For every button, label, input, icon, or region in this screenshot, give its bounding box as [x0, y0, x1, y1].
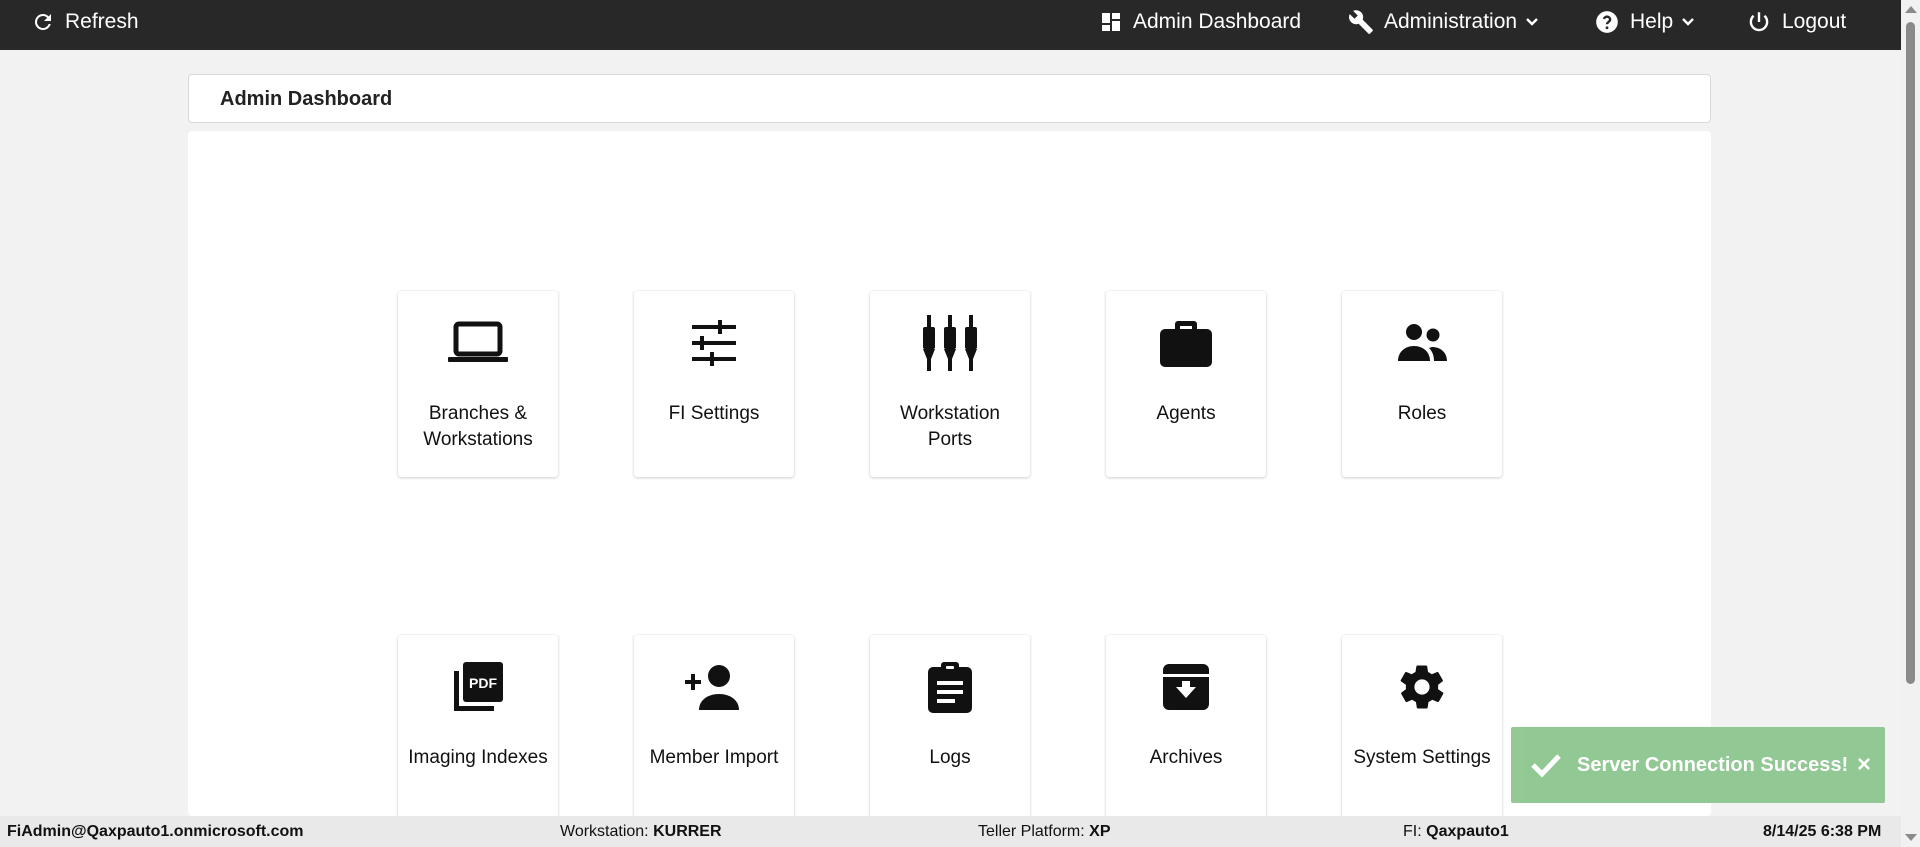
chevron-down-icon: [1525, 15, 1539, 29]
tile-imaging-indexes[interactable]: PDF Imaging Indexes: [398, 635, 558, 821]
toast-close-button[interactable]: ×: [1857, 751, 1871, 779]
tile-label: Roles: [1397, 403, 1447, 424]
tile-agents[interactable]: Agents: [1106, 291, 1266, 477]
pdf-icon: PDF: [398, 659, 558, 715]
sliders-icon: [634, 315, 794, 371]
checkmark-icon: [1531, 753, 1561, 777]
tile-label: FI Settings: [668, 403, 760, 424]
admin-dashboard-link[interactable]: Admin Dashboard: [1099, 0, 1301, 44]
refresh-button[interactable]: Refresh: [31, 0, 139, 44]
scroll-down-arrow[interactable]: [1905, 834, 1917, 841]
tile-workstation-ports[interactable]: Workstation Ports: [870, 291, 1030, 477]
add-person-icon: [634, 659, 794, 715]
status-teller-platform: Teller Platform: XP: [978, 823, 1111, 840]
tile-label: Member Import: [649, 747, 779, 768]
tile-label: System Settings: [1353, 747, 1491, 768]
top-navbar: Refresh Admin Dashboard Administration H…: [0, 0, 1901, 50]
tile-logs[interactable]: Logs: [870, 635, 1030, 821]
briefcase-icon: [1106, 315, 1266, 371]
svg-text:PDF: PDF: [469, 675, 497, 691]
laptop-icon: [398, 315, 558, 371]
help-icon: [1594, 9, 1620, 35]
dashboard-icon: [1099, 10, 1123, 34]
status-workstation: Workstation: KURRER: [560, 823, 722, 840]
tile-label: Archives: [1149, 747, 1223, 768]
tile-fi-settings[interactable]: FI Settings: [634, 291, 794, 477]
logout-label: Logout: [1782, 10, 1847, 33]
page-header-card: Admin Dashboard: [188, 74, 1711, 123]
refresh-label: Refresh: [65, 10, 139, 33]
scrollbar-thumb[interactable]: [1906, 22, 1915, 684]
status-bar: FiAdmin@Qaxpauto1.onmicrosoft.com Workst…: [0, 816, 1901, 847]
tile-branches-workstations[interactable]: Branches & Workstations: [398, 291, 558, 477]
administration-label: Administration: [1384, 10, 1518, 33]
help-menu[interactable]: Help: [1594, 0, 1695, 44]
toast-message: Server Connection Success!: [1577, 753, 1849, 776]
admin-dashboard-label: Admin Dashboard: [1133, 10, 1302, 33]
people-icon: [1342, 315, 1502, 371]
chevron-down-icon: [1681, 15, 1695, 29]
tile-label: Logs: [929, 747, 971, 768]
tile-label: Workstation Ports: [900, 403, 1000, 450]
tile-roles[interactable]: Roles: [1342, 291, 1502, 477]
administration-menu[interactable]: Administration: [1348, 0, 1539, 44]
success-toast: Server Connection Success! ×: [1511, 727, 1885, 803]
tile-label: Agents: [1156, 403, 1216, 424]
help-label: Help: [1630, 10, 1674, 33]
archive-icon: [1106, 659, 1266, 715]
ports-icon: [870, 315, 1030, 371]
gear-icon: [1342, 659, 1502, 715]
tile-member-import[interactable]: Member Import: [634, 635, 794, 821]
tile-system-settings[interactable]: System Settings: [1342, 635, 1502, 821]
status-user: FiAdmin@Qaxpauto1.onmicrosoft.com: [7, 823, 304, 840]
tile-archives[interactable]: Archives: [1106, 635, 1266, 821]
vertical-scrollbar[interactable]: [1901, 0, 1920, 847]
dashboard-panel: Branches & Workstations FI Settings Work…: [188, 131, 1711, 821]
status-fi: FI: Qaxpauto1: [1403, 823, 1509, 840]
logout-button[interactable]: Logout: [1746, 0, 1846, 44]
refresh-icon: [31, 10, 55, 34]
wrench-icon: [1348, 9, 1374, 35]
clipboard-icon: [870, 659, 1030, 715]
tile-label: Imaging Indexes: [408, 747, 548, 768]
tile-label: Branches & Workstations: [423, 403, 533, 450]
page-title: Admin Dashboard: [220, 88, 393, 110]
power-icon: [1746, 9, 1772, 35]
scroll-up-arrow[interactable]: [1905, 6, 1917, 13]
status-datetime: 8/14/25 6:38 PM: [1763, 823, 1882, 840]
